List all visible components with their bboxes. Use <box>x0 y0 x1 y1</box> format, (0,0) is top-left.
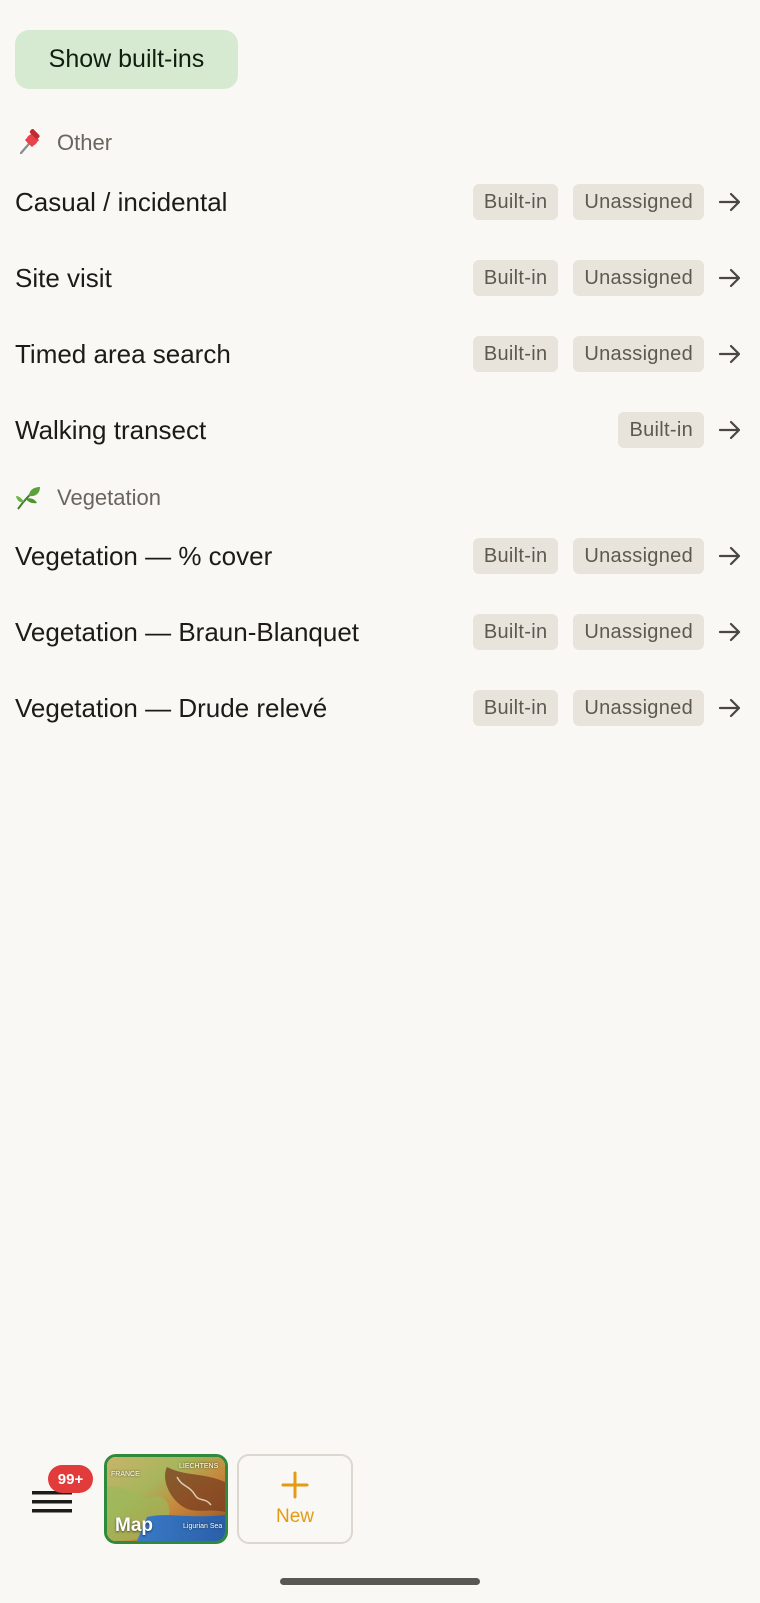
builtin-badge: Built-in <box>472 690 559 726</box>
unassigned-badge: Unassigned <box>573 184 704 220</box>
pushpin-icon <box>15 129 43 157</box>
builtin-badge: Built-in <box>472 538 559 574</box>
leaf-icon <box>15 484 43 512</box>
list-item[interactable]: Vegetation — Braun-Blanquet Built-in Una… <box>0 602 760 662</box>
unassigned-badge: Unassigned <box>573 538 704 574</box>
arrow-right-icon <box>717 417 743 443</box>
notification-badge: 99+ <box>48 1465 93 1493</box>
arrow-right-icon <box>717 543 743 569</box>
new-button[interactable]: New <box>237 1454 353 1544</box>
list-item[interactable]: Vegetation — Drude relevé Built-in Unass… <box>0 678 760 738</box>
map-button[interactable]: FRANCE LIECHTENS Ligurian Sea Map <box>104 1454 228 1544</box>
show-builtins-button[interactable]: Show built-ins <box>15 30 238 89</box>
builtin-badge: Built-in <box>472 260 559 296</box>
item-title: Casual / incidental <box>15 186 228 217</box>
unassigned-badge: Unassigned <box>573 614 704 650</box>
map-place-label: Ligurian Sea <box>183 1523 223 1530</box>
list-item[interactable]: Vegetation — % cover Built-in Unassigned <box>0 526 760 586</box>
item-title: Vegetation — Drude relevé <box>15 692 328 723</box>
item-title: Vegetation — Braun-Blanquet <box>15 616 360 647</box>
unassigned-badge: Unassigned <box>573 336 704 372</box>
item-title: Timed area search <box>15 338 231 369</box>
list-item[interactable]: Walking transect Built-in <box>0 400 760 460</box>
unassigned-badge: Unassigned <box>573 260 704 296</box>
arrow-right-icon <box>717 189 743 215</box>
section-title: Vegetation <box>57 485 161 510</box>
plus-icon <box>281 1471 309 1499</box>
builtin-badge: Built-in <box>618 412 704 448</box>
item-title: Vegetation — % cover <box>15 540 273 571</box>
new-label: New <box>275 1506 314 1527</box>
arrow-right-icon <box>717 341 743 367</box>
section-header-other: Other <box>15 128 112 158</box>
section-title: Other <box>57 130 113 155</box>
item-title: Walking transect <box>15 414 207 445</box>
section-header-vegetation: Vegetation <box>15 483 161 513</box>
list-item[interactable]: Site visit Built-in Unassigned <box>0 248 760 308</box>
builtin-badge: Built-in <box>472 336 559 372</box>
home-indicator[interactable] <box>280 1578 480 1585</box>
builtin-badge: Built-in <box>472 614 559 650</box>
list-item[interactable]: Casual / incidental Built-in Unassigned <box>0 172 760 232</box>
map-label: Map <box>115 1515 153 1536</box>
arrow-right-icon <box>717 265 743 291</box>
arrow-right-icon <box>717 695 743 721</box>
unassigned-badge: Unassigned <box>573 690 704 726</box>
item-title: Site visit <box>15 262 112 293</box>
list-item[interactable]: Timed area search Built-in Unassigned <box>0 324 760 384</box>
map-place-label: LIECHTENS <box>179 1463 219 1470</box>
map-place-label: FRANCE <box>111 1471 140 1478</box>
builtin-badge: Built-in <box>472 184 559 220</box>
arrow-right-icon <box>717 619 743 645</box>
screen: Show built-ins Other Casual / incidental… <box>0 0 760 1603</box>
